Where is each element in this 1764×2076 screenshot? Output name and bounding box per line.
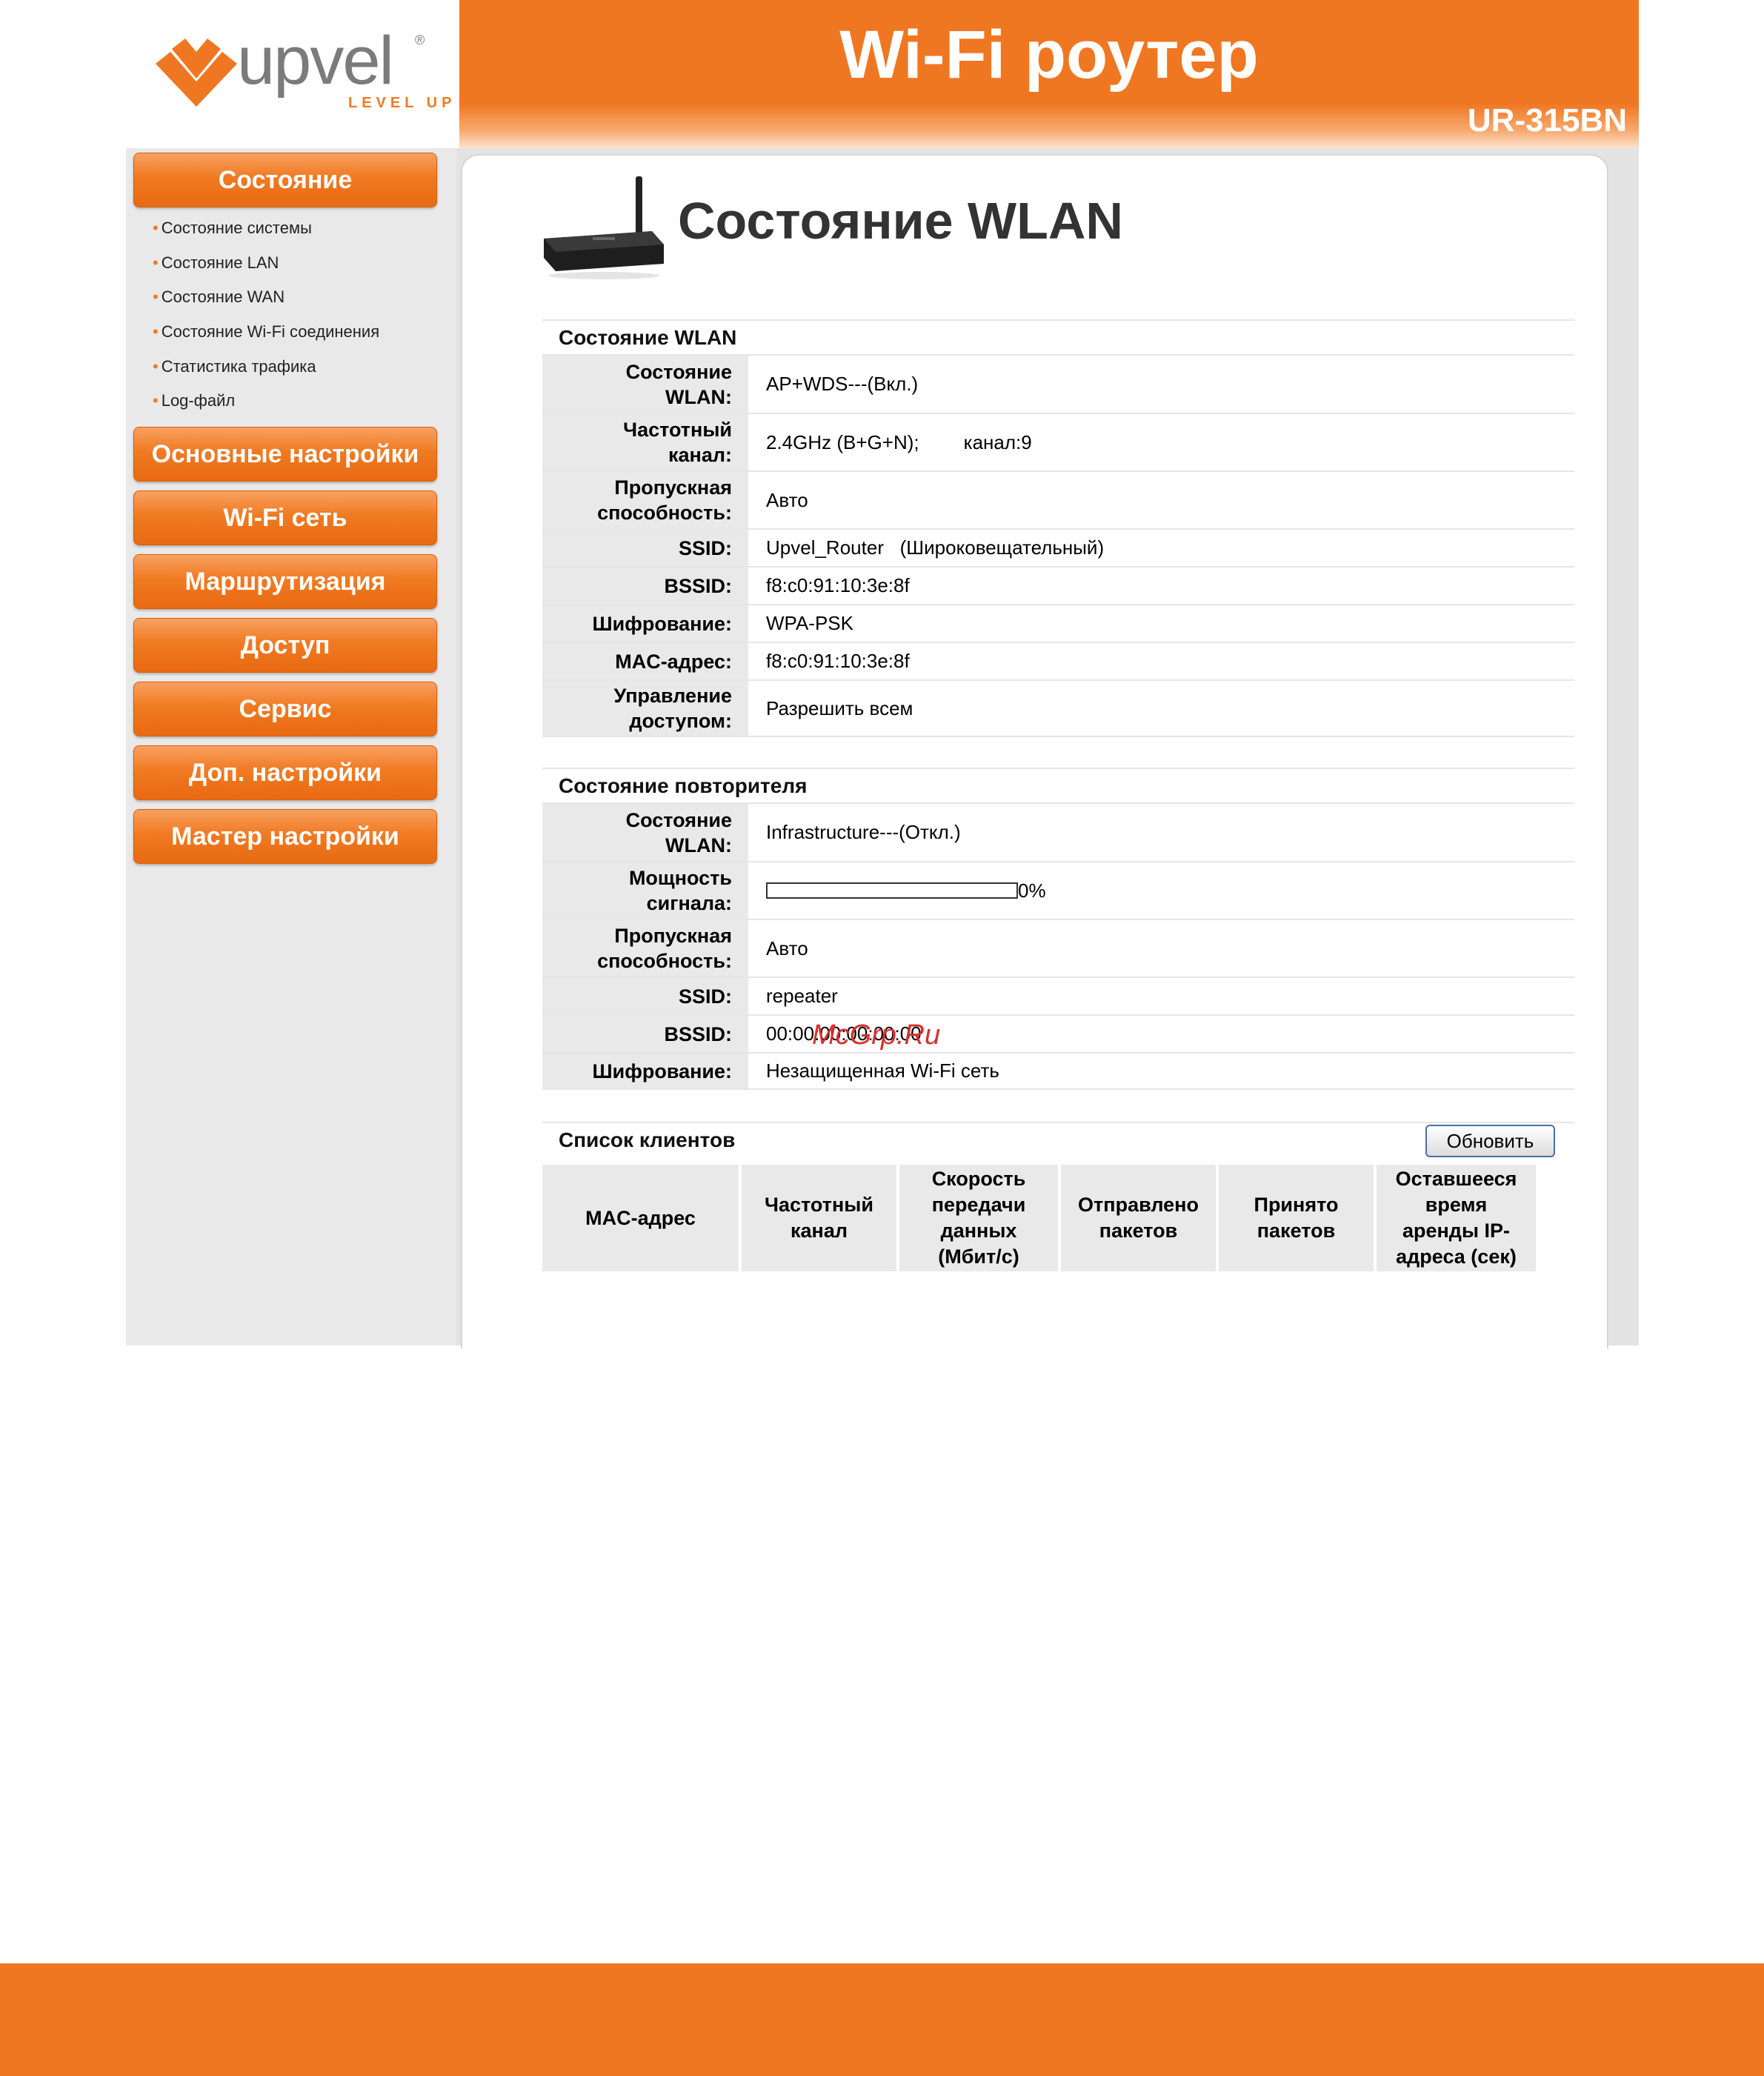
nav-status[interactable]: Состояние <box>133 153 437 207</box>
row-label: MAC-адрес: <box>542 643 748 679</box>
wlan-row-state: Состояние WLAN: AP+WDS---(Вкл.) <box>542 354 1574 413</box>
upvel-logo-icon <box>156 39 237 107</box>
repeater-row-state: Состояние WLAN: Infrastructure---(Откл.) <box>542 802 1574 861</box>
row-value: Upvel_Router (Широковещательный) <box>766 536 1105 559</box>
row-label: Мощность сигнала: <box>542 862 748 919</box>
app-root: upvel ® LEVEL UP Wi-Fi роутер UR-315BN С… <box>0 0 1764 2076</box>
row-value: Авто <box>766 488 808 511</box>
wlan-row-access-control: Управление доступом: Разрешить всем <box>542 679 1574 737</box>
sidebar: Состояние Состояние системы Состояние LA… <box>126 148 459 1345</box>
logo-wordmark: upvel <box>237 23 394 99</box>
repeater-row-signal: Мощность сигнала: 0% <box>542 861 1574 919</box>
repeater-section-heading: Состояние повторителя <box>542 768 1574 802</box>
row-value: 0% <box>766 862 1046 919</box>
col-header-lease-time: Оставшееся время аренды IP- адреса (сек) <box>1377 1165 1536 1271</box>
router-icon <box>544 176 664 279</box>
nav-basic-settings[interactable]: Основные настройки <box>133 427 437 482</box>
wlan-row-ssid: SSID: Upvel_Router (Широковещательный) <box>542 528 1574 566</box>
sub-link-traffic-stats[interactable]: Статистика трафика <box>153 357 316 376</box>
row-label: Шифрование: <box>542 605 748 642</box>
row-value: Infrastructure---(Откл.) <box>766 821 961 843</box>
row-label: SSID: <box>542 978 748 1014</box>
repeater-row-bandwidth: Пропускная способность: Авто <box>542 919 1574 977</box>
signal-strength-bar <box>766 882 1018 899</box>
wlan-section-heading: Состояние WLAN <box>542 319 1574 353</box>
sub-link-wan-status[interactable]: Состояние WAN <box>153 287 284 307</box>
logo-tagline: LEVEL UP <box>348 95 456 111</box>
banner-title: Wi-Fi роутер <box>839 17 1259 93</box>
row-value: f8:c0:91:10:3e:8f <box>766 650 910 672</box>
sub-link-lan-status[interactable]: Состояние LAN <box>153 253 279 273</box>
row-label: Частотный канал: <box>542 414 748 470</box>
row-value: Незащищенная Wi-Fi сеть <box>766 1059 999 1082</box>
nav-service[interactable]: Сервис <box>133 682 437 736</box>
col-header-speed: Скорость передачи данных (Мбит/с) <box>899 1165 1058 1271</box>
band-value: 2.4GHz (B+G+N); <box>766 430 919 453</box>
wlan-row-mac: MAC-адрес: f8:c0:91:10:3e:8f <box>542 642 1574 679</box>
nav-routing[interactable]: Маршрутизация <box>133 554 437 609</box>
sub-link-log-file[interactable]: Log-файл <box>153 391 236 410</box>
nav-setup-wizard[interactable]: Мастер настройки <box>133 809 437 864</box>
wlan-row-bssid: BSSID: f8:c0:91:10:3e:8f <box>542 566 1574 604</box>
page-title: Состояние WLAN <box>678 192 1123 250</box>
footer-bar <box>0 1963 1764 2076</box>
sub-link-system-status[interactable]: Состояние системы <box>153 219 312 238</box>
channel-value: канал:9 <box>963 430 1032 453</box>
nav-advanced-settings[interactable]: Доп. настройки <box>133 745 437 800</box>
sub-link-wifi-status[interactable]: Состояние Wi-Fi соединения <box>153 322 379 342</box>
col-header-mac: MAC-адрес <box>542 1165 739 1271</box>
row-label: BSSID: <box>542 568 748 604</box>
row-label: Шифрование: <box>542 1054 748 1088</box>
row-label: Состояние WLAN: <box>542 356 748 413</box>
watermark: McGrp.Ru <box>812 1019 941 1051</box>
row-value: repeater <box>766 985 838 1007</box>
row-value: Авто <box>766 936 808 959</box>
row-label: BSSID: <box>542 1016 748 1052</box>
wlan-row-encryption: Шифрование: WPA-PSK <box>542 604 1574 642</box>
wlan-row-bandwidth: Пропускная способность: Авто <box>542 470 1574 528</box>
row-label: Пропускная способность: <box>542 920 748 977</box>
logo[interactable]: upvel ® LEVEL UP <box>126 0 459 148</box>
header-banner: Wi-Fi роутер UR-315BN <box>459 0 1639 148</box>
repeater-row-bssid: BSSID: 00:00:00:00:00:00 <box>542 1014 1574 1052</box>
row-label: Пропускная способность: <box>542 472 748 528</box>
repeater-row-encryption: Шифрование: Незащищенная Wi-Fi сеть <box>542 1052 1574 1090</box>
col-header-received: Принято пакетов <box>1219 1165 1374 1271</box>
wlan-row-channel: Частотный канал: 2.4GHz (B+G+N); канал:9 <box>542 413 1574 470</box>
row-value: Разрешить всем <box>766 696 913 719</box>
refresh-button[interactable]: Обновить <box>1425 1125 1555 1157</box>
row-label: Управление доступом: <box>542 681 748 736</box>
row-label: SSID: <box>542 530 748 566</box>
row-label: Состояние WLAN: <box>542 804 748 861</box>
col-header-channel: Частотный канал <box>742 1165 896 1271</box>
row-value: AP+WDS---(Вкл.) <box>766 373 919 395</box>
col-header-sent: Отправлено пакетов <box>1061 1165 1216 1271</box>
logo-registered-mark: ® <box>415 33 425 47</box>
row-value: 2.4GHz (B+G+N); канал:9 <box>766 414 1032 470</box>
signal-strength-percent: 0% <box>1018 879 1046 902</box>
nav-access[interactable]: Доступ <box>133 618 437 673</box>
nav-wifi-network[interactable]: Wi-Fi сеть <box>133 490 437 545</box>
model-label: UR-315BN <box>1467 102 1627 139</box>
repeater-row-ssid: SSID: repeater <box>542 977 1574 1014</box>
clients-section-heading: Список клиентов <box>542 1122 1574 1156</box>
row-value: f8:c0:91:10:3e:8f <box>766 574 910 596</box>
row-value: WPA-PSK <box>766 612 853 634</box>
